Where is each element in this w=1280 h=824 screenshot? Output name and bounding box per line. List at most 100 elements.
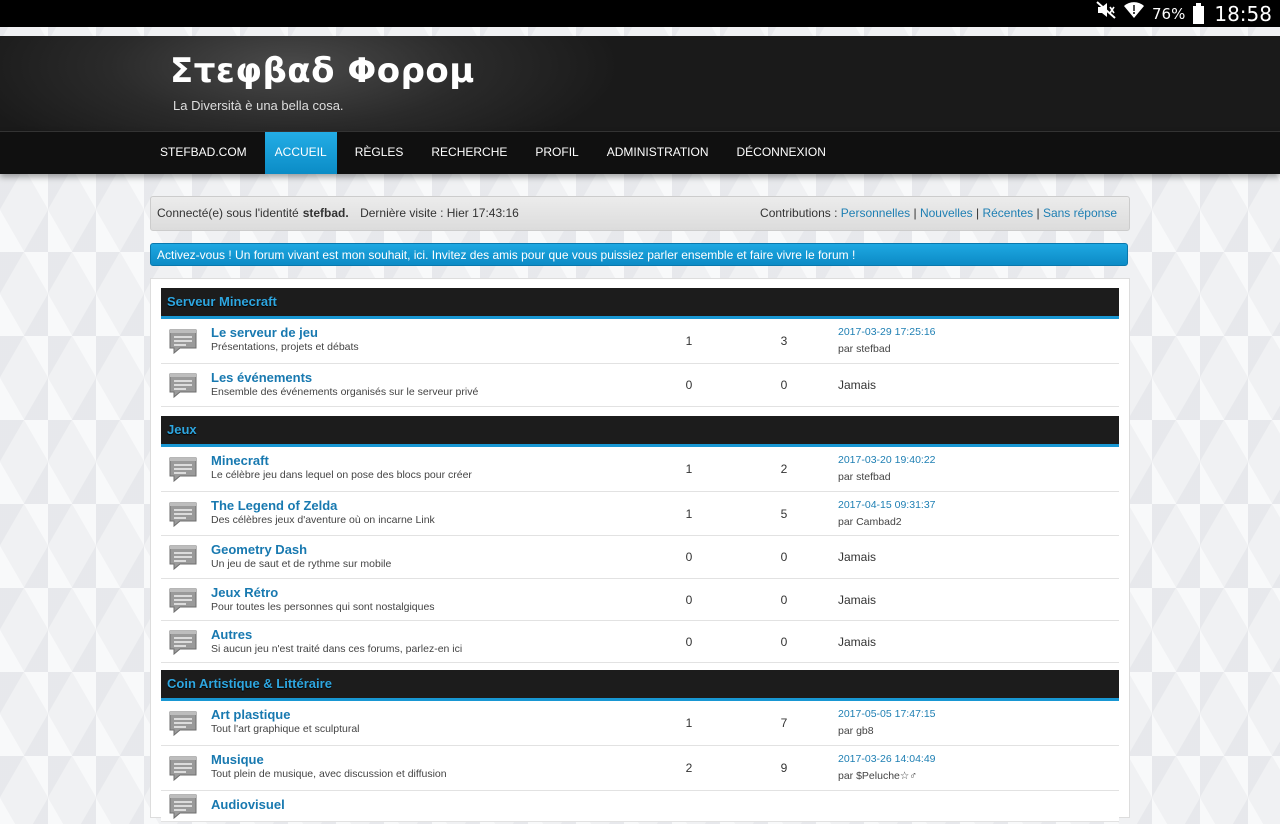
topic-count: 1 bbox=[685, 462, 693, 476]
topic-count: 1 bbox=[685, 507, 693, 521]
nav-item-administration[interactable]: ADMINISTRATION bbox=[597, 132, 719, 174]
nav-bar: STEFBAD.COM ACCUEIL RÈGLES RECHERCHE PROFIL A… bbox=[0, 131, 1280, 174]
forum-title[interactable]: Audiovisuel bbox=[211, 797, 285, 812]
forum-read-icon bbox=[168, 542, 198, 572]
user-status: Connecté(e) sous l'identité stefbad. Dern… bbox=[157, 206, 519, 220]
wifi-icon bbox=[1124, 0, 1145, 27]
last-post-date[interactable]: 2017-03-20 19:40:22 bbox=[838, 454, 936, 466]
forum-title[interactable]: Geometry Dash bbox=[211, 542, 307, 557]
forum-read-icon bbox=[168, 753, 198, 783]
last-post-author[interactable]: par Cambad2 bbox=[838, 516, 902, 528]
contributions: Contributions : Personnelles | Nouvelles… bbox=[760, 206, 1117, 220]
forum-title[interactable]: Jeux Rétro bbox=[211, 585, 278, 600]
announcement: Activez-vous ! Un forum vivant est mon s… bbox=[150, 243, 1128, 266]
topic-count: 1 bbox=[685, 716, 693, 730]
category-title[interactable]: Jeux bbox=[161, 416, 1119, 447]
post-count: 0 bbox=[780, 378, 788, 392]
last-post-author[interactable]: par stefbad bbox=[838, 343, 891, 355]
forum-description: Tout plein de musique, avec discussion e… bbox=[211, 768, 447, 780]
forum-description: Tout l'art graphique et sculptural bbox=[211, 723, 360, 735]
forum-description: Un jeu de saut et de rythme sur mobile bbox=[211, 558, 392, 570]
forum-read-icon bbox=[168, 499, 198, 529]
category-title[interactable]: Coin Artistique & Littéraire bbox=[161, 670, 1119, 701]
forum-row: Jeux Rétro Pour toutes les personnes qui … bbox=[161, 579, 1119, 621]
nav-item-r-gles[interactable]: RÈGLES bbox=[345, 132, 414, 174]
topic-count: 1 bbox=[685, 334, 693, 348]
topic-count: 0 bbox=[685, 550, 693, 564]
category-1: Jeux Minecraft Le célèbre jeu dans lequel … bbox=[161, 416, 1119, 663]
forum-title[interactable]: Musique bbox=[211, 752, 264, 767]
forum-row: Minecraft Le célèbre jeu dans lequel on p… bbox=[161, 447, 1119, 492]
forum-title[interactable]: Art plastique bbox=[211, 707, 290, 722]
last-post-author[interactable]: par $Peluche☆♂ bbox=[838, 770, 917, 782]
forum-description: Si aucun jeu n'est traité dans ces forum… bbox=[211, 643, 463, 655]
forum-description: Pour toutes les personnes qui sont nosta… bbox=[211, 601, 435, 613]
topic-count: 2 bbox=[685, 761, 693, 775]
post-count: 3 bbox=[780, 334, 788, 348]
last-post-author[interactable]: par gb8 bbox=[838, 725, 874, 737]
last-post-date[interactable]: 2017-03-29 17:25:16 bbox=[838, 326, 936, 338]
post-count: 5 bbox=[780, 507, 788, 521]
forum-read-icon bbox=[168, 791, 198, 821]
forum-read-icon bbox=[168, 627, 198, 657]
last-post-none: Jamais bbox=[838, 378, 877, 392]
forum-read-icon bbox=[168, 370, 198, 400]
forum-title[interactable]: Minecraft bbox=[211, 453, 269, 468]
forum-description: Présentations, projets et débats bbox=[211, 341, 359, 353]
user-info-bar: Connecté(e) sous l'identité stefbad. Dern… bbox=[150, 196, 1130, 231]
category-0: Serveur Minecraft Le serveur de jeu Présen… bbox=[161, 288, 1119, 407]
site-header: Στεφβαδ Φορομ La Diversità è una bella c… bbox=[0, 36, 1280, 131]
link-sans-reponse[interactable]: Sans réponse bbox=[1043, 206, 1117, 220]
forum-title[interactable]: Autres bbox=[211, 627, 252, 642]
link-recentes[interactable]: Récentes bbox=[982, 206, 1033, 220]
nav-item-d-connexion[interactable]: DÉCONNEXION bbox=[727, 132, 836, 174]
last-post-date[interactable]: 2017-03-26 14:04:49 bbox=[838, 753, 936, 765]
battery-percent: 76% bbox=[1152, 4, 1186, 23]
forum-row: Autres Si aucun jeu n'est traité dans ces… bbox=[161, 621, 1119, 663]
forum-row: Le serveur de jeu Présentations, projets … bbox=[161, 319, 1119, 364]
last-post-date[interactable]: 2017-05-05 17:47:15 bbox=[838, 708, 936, 720]
forum-title[interactable]: Les événements bbox=[211, 370, 312, 385]
topic-count: 0 bbox=[685, 593, 693, 607]
forum-description: Le célèbre jeu dans lequel on pose des b… bbox=[211, 469, 472, 481]
last-post-none: Jamais bbox=[838, 593, 877, 607]
forum-description: Des célèbres jeux d'aventure où on incar… bbox=[211, 514, 435, 526]
nav-item-stefbad-com[interactable]: STEFBAD.COM bbox=[150, 132, 257, 174]
forum-row: Musique Tout plein de musique, avec discu… bbox=[161, 746, 1119, 791]
nav-item-profil[interactable]: PROFIL bbox=[525, 132, 588, 174]
nav-item-accueil[interactable]: ACCUEIL bbox=[264, 132, 337, 174]
topic-count: 0 bbox=[685, 378, 693, 392]
topic-count: 0 bbox=[685, 635, 693, 649]
post-count: 0 bbox=[780, 635, 788, 649]
battery-icon bbox=[1193, 2, 1205, 24]
post-count: 7 bbox=[780, 716, 788, 730]
clock: 18:58 bbox=[1214, 1, 1272, 26]
forum-description: Ensemble des événements organisés sur le… bbox=[211, 386, 479, 398]
forum-row: The Legend of Zelda Des célèbres jeux d'a… bbox=[161, 492, 1119, 536]
link-personnelles[interactable]: Personnelles bbox=[841, 206, 910, 220]
post-count: 2 bbox=[780, 462, 788, 476]
forum-list: Serveur Minecraft Le serveur de jeu Présen… bbox=[150, 278, 1130, 822]
nav-item-recherche[interactable]: RECHERCHE bbox=[421, 132, 517, 174]
forum-title[interactable]: Le serveur de jeu bbox=[211, 325, 318, 340]
forum-read-icon bbox=[168, 454, 198, 484]
forum-read-icon bbox=[168, 585, 198, 615]
forum-row: Audiovisuel bbox=[161, 791, 1119, 822]
category-title[interactable]: Serveur Minecraft bbox=[161, 288, 1119, 319]
last-post-date[interactable]: 2017-04-15 09:31:37 bbox=[838, 499, 936, 511]
site-title[interactable]: Στεφβαδ Φορομ bbox=[170, 51, 475, 91]
forum-title[interactable]: The Legend of Zelda bbox=[211, 498, 337, 513]
last-post-author[interactable]: par stefbad bbox=[838, 471, 891, 483]
last-post-none: Jamais bbox=[838, 635, 877, 649]
status-bar: 76% 18:58 bbox=[0, 0, 1280, 27]
forum-read-icon bbox=[168, 326, 198, 356]
last-post-none: Jamais bbox=[838, 550, 877, 564]
site-description: La Diversità è una bella cosa. bbox=[173, 98, 344, 113]
username: stefbad. bbox=[302, 206, 349, 220]
post-count: 9 bbox=[780, 761, 788, 775]
post-count: 0 bbox=[780, 550, 788, 564]
category-2: Coin Artistique & Littéraire Art plastiqu… bbox=[161, 670, 1119, 822]
forum-row: Art plastique Tout l'art graphique et scu… bbox=[161, 701, 1119, 746]
link-nouvelles[interactable]: Nouvelles bbox=[920, 206, 973, 220]
mute-icon bbox=[1096, 0, 1116, 27]
